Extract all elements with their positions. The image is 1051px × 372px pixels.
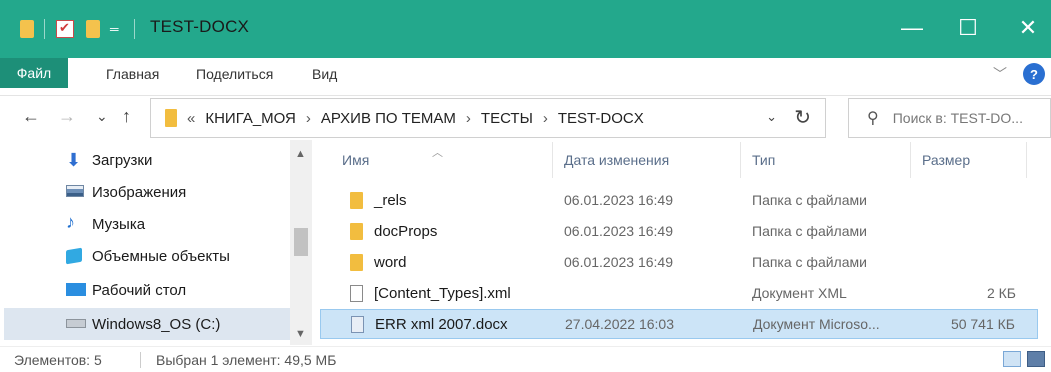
tab-file[interactable]: Файл bbox=[0, 58, 68, 88]
breadcrumb-overflow[interactable]: « bbox=[187, 110, 195, 127]
address-dropdown-icon[interactable]: ⌄ bbox=[766, 109, 777, 125]
3d-objects-icon bbox=[66, 247, 82, 265]
drive-icon bbox=[66, 319, 86, 328]
sidebar-item-3d-objects[interactable]: Объемные объекты bbox=[0, 240, 300, 272]
file-type: Папка с файлами bbox=[752, 223, 867, 239]
file-size: 50 741 КБ bbox=[950, 316, 1015, 332]
window-title: TEST-DOCX bbox=[150, 17, 250, 36]
sidebar-item-label: Рабочий стол bbox=[92, 281, 187, 299]
file-list-header: Имя Дата изменения Тип Размер bbox=[320, 140, 1051, 180]
breadcrumb-test-docx[interactable]: TEST-DOCX bbox=[558, 110, 644, 127]
music-icon: ♪ bbox=[66, 212, 75, 232]
address-bar[interactable]: « КНИГА_МОЯ › АРХИВ ПО ТЕМАМ › ТЕСТЫ › T… bbox=[150, 98, 826, 138]
item-count: Элементов: 5 bbox=[14, 352, 102, 368]
quick-access-folder-icon[interactable] bbox=[20, 0, 34, 58]
file-type: Папка с файлами bbox=[752, 192, 867, 208]
new-folder-icon[interactable] bbox=[86, 0, 100, 58]
file-name: docProps bbox=[374, 223, 438, 240]
docx-file-icon bbox=[351, 316, 364, 333]
breadcrumb-separator[interactable]: › bbox=[306, 110, 311, 127]
scrollbar-thumb[interactable] bbox=[294, 228, 308, 256]
table-row[interactable]: _rels 06.01.2023 16:49 Папка с файлами bbox=[320, 186, 1038, 216]
xml-file-icon bbox=[350, 285, 363, 302]
status-bar: Элементов: 5 Выбран 1 элемент: 49,5 МБ bbox=[0, 346, 1051, 372]
maximize-button[interactable]: ☐ bbox=[948, 10, 988, 46]
file-type: Папка с файлами bbox=[752, 254, 867, 270]
breadcrumb-separator[interactable]: › bbox=[466, 110, 471, 127]
up-button[interactable]: ↑ bbox=[122, 106, 131, 127]
file-name: _rels bbox=[374, 192, 407, 209]
sidebar-item-label: Загрузки bbox=[92, 151, 153, 169]
file-size: 2 КБ bbox=[986, 285, 1016, 301]
sidebar-item-label: Изображения bbox=[92, 183, 187, 201]
table-row[interactable]: docProps 06.01.2023 16:49 Папка с файлам… bbox=[320, 217, 1038, 247]
pictures-icon bbox=[66, 185, 84, 197]
sidebar-item-downloads[interactable]: ⬇ Загрузки bbox=[0, 144, 300, 176]
explorer-window: ═ TEST-DOCX — ☐ ✕ Файл Главная Поделитьс… bbox=[0, 0, 1051, 372]
column-date-modified[interactable]: Дата изменения bbox=[564, 152, 669, 168]
expand-ribbon-icon[interactable]: ﹀ bbox=[993, 64, 1007, 84]
breadcrumb-tests[interactable]: ТЕСТЫ bbox=[481, 110, 533, 127]
tab-home[interactable]: Главная bbox=[106, 66, 159, 82]
folder-icon bbox=[350, 192, 363, 209]
sidebar-item-drive-c[interactable]: Windows8_OS (C:) bbox=[4, 308, 290, 340]
sidebar-item-pictures[interactable]: Изображения bbox=[0, 176, 300, 208]
search-box[interactable]: ⚲ Поиск в: TEST-DO... bbox=[848, 98, 1051, 138]
navigation-pane: ⬇ Загрузки Изображения ♪ Музыка Объемные… bbox=[0, 140, 312, 340]
table-row[interactable]: ERR xml 2007.docx 27.04.2022 16:03 Докум… bbox=[320, 309, 1038, 339]
sort-ascending-icon: ︿ bbox=[432, 147, 443, 159]
desktop-icon bbox=[66, 283, 86, 296]
file-date: 06.01.2023 16:49 bbox=[564, 192, 673, 208]
file-name: word bbox=[374, 254, 407, 271]
large-icons-view-icon[interactable] bbox=[1027, 351, 1045, 367]
scroll-up-icon[interactable]: ▲ bbox=[295, 148, 306, 160]
scroll-down-icon[interactable]: ▼ bbox=[295, 328, 306, 340]
details-view-icon[interactable] bbox=[1003, 351, 1021, 367]
column-size[interactable]: Размер bbox=[922, 152, 970, 168]
breadcrumb-separator[interactable]: › bbox=[543, 110, 548, 127]
file-name: [Content_Types].xml bbox=[374, 285, 511, 302]
sidebar-item-label: Объемные объекты bbox=[92, 247, 230, 265]
sidebar-item-music[interactable]: ♪ Музыка bbox=[0, 208, 300, 240]
close-button[interactable]: ✕ bbox=[1008, 10, 1048, 46]
file-date: 06.01.2023 16:49 bbox=[564, 223, 673, 239]
table-row[interactable]: [Content_Types].xml Документ XML 2 КБ bbox=[320, 279, 1038, 309]
search-placeholder: Поиск в: TEST-DO... bbox=[892, 110, 1023, 126]
column-type[interactable]: Тип bbox=[752, 152, 775, 168]
file-type: Документ Microso... bbox=[753, 316, 880, 332]
tab-view[interactable]: Вид bbox=[312, 66, 337, 82]
navigation-row: ← → ⌄ ↑ « КНИГА_МОЯ › АРХИВ ПО ТЕМАМ › Т… bbox=[0, 96, 1051, 140]
properties-check-icon[interactable] bbox=[56, 0, 74, 58]
recent-locations-button[interactable]: ⌄ bbox=[96, 108, 108, 125]
column-name[interactable]: Имя bbox=[342, 152, 369, 168]
file-type: Документ XML bbox=[752, 285, 847, 301]
customize-toolbar-icon[interactable]: ═ bbox=[110, 0, 119, 58]
breadcrumb-kniga[interactable]: КНИГА_МОЯ bbox=[205, 110, 295, 127]
address-folder-icon bbox=[165, 109, 177, 127]
folder-icon bbox=[350, 254, 363, 271]
search-icon: ⚲ bbox=[867, 110, 879, 127]
table-row[interactable]: word 06.01.2023 16:49 Папка с файлами bbox=[320, 248, 1038, 278]
tab-share[interactable]: Поделиться bbox=[196, 66, 273, 82]
sidebar-item-desktop[interactable]: Рабочий стол bbox=[0, 274, 300, 306]
sidebar-item-label: Windows8_OS (C:) bbox=[92, 315, 221, 333]
folder-icon bbox=[350, 223, 363, 240]
file-name: ERR xml 2007.docx bbox=[375, 316, 508, 333]
sidebar-item-label: Музыка bbox=[92, 215, 146, 233]
file-date: 06.01.2023 16:49 bbox=[564, 254, 673, 270]
selection-info: Выбран 1 элемент: 49,5 МБ bbox=[156, 352, 337, 368]
title-bar: ═ TEST-DOCX — ☐ ✕ bbox=[0, 0, 1051, 58]
help-icon[interactable]: ? bbox=[1023, 63, 1045, 85]
back-button[interactable]: ← bbox=[22, 106, 40, 127]
refresh-icon[interactable]: ↻ bbox=[794, 105, 811, 130]
forward-button[interactable]: → bbox=[58, 106, 76, 127]
file-date: 27.04.2022 16:03 bbox=[565, 316, 674, 332]
breadcrumb-archive[interactable]: АРХИВ ПО ТЕМАМ bbox=[321, 110, 456, 127]
minimize-button[interactable]: — bbox=[892, 10, 932, 46]
download-icon: ⬇ bbox=[66, 150, 82, 170]
navigation-scrollbar[interactable]: ▲ ▼ bbox=[290, 140, 312, 345]
